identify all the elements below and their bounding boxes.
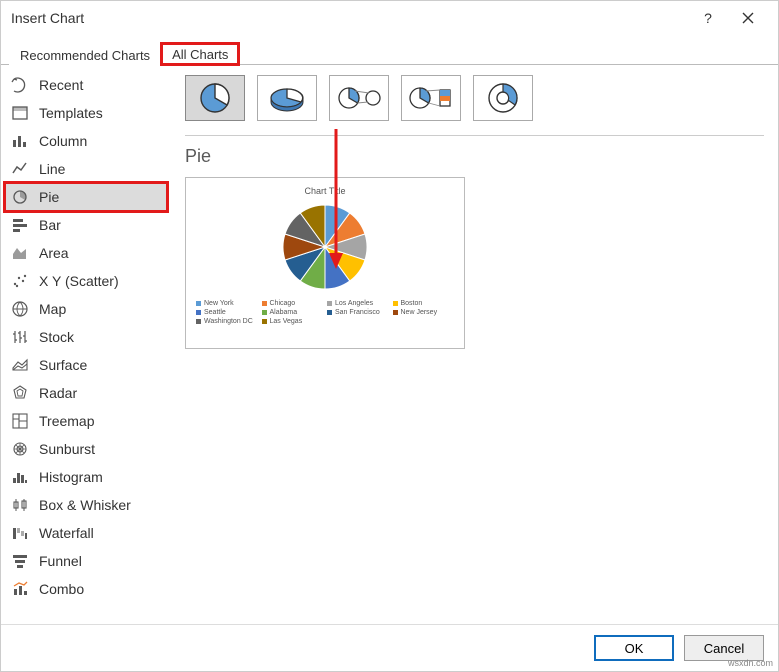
funnel-icon	[11, 552, 29, 570]
dialog-content: Recent Templates Column Line Pie Bar	[1, 65, 778, 624]
sidebar-item-line[interactable]: Line	[5, 155, 167, 183]
histogram-icon	[11, 468, 29, 486]
sunburst-icon	[11, 440, 29, 458]
preview-legend: New York ChicagoLos Angeles Boston Seattle A…	[196, 300, 454, 325]
sidebar-item-label: Line	[39, 161, 65, 177]
legend-item: Chicago	[262, 300, 324, 307]
pie3d-subtype-icon	[266, 84, 308, 112]
dialog-title: Insert Chart	[11, 10, 688, 26]
sidebar-item-label: Funnel	[39, 553, 82, 569]
sidebar-item-surface[interactable]: Surface	[5, 351, 167, 379]
templates-icon	[11, 104, 29, 122]
sidebar-item-label: Pie	[39, 189, 59, 205]
sidebar-item-sunburst[interactable]: Sunburst	[5, 435, 167, 463]
map-icon	[11, 300, 29, 318]
sidebar-item-stock[interactable]: Stock	[5, 323, 167, 351]
bar-icon	[11, 216, 29, 234]
sidebar-item-label: Templates	[39, 105, 103, 121]
sidebar-item-label: Recent	[39, 77, 83, 93]
legend-item: New Jersey	[393, 309, 455, 316]
tab-recommended-charts[interactable]: Recommended Charts	[9, 44, 161, 65]
sidebar-item-histogram[interactable]: Histogram	[5, 463, 167, 491]
sidebar-item-bar[interactable]: Bar	[5, 211, 167, 239]
treemap-icon	[11, 412, 29, 430]
close-button[interactable]	[728, 4, 768, 32]
sidebar-item-label: Box & Whisker	[39, 497, 131, 513]
sidebar-item-label: X Y (Scatter)	[39, 273, 119, 289]
sidebar-item-funnel[interactable]: Funnel	[5, 547, 167, 575]
sidebar-item-column[interactable]: Column	[5, 127, 167, 155]
close-icon	[742, 12, 754, 24]
sidebar-item-treemap[interactable]: Treemap	[5, 407, 167, 435]
sidebar-item-radar[interactable]: Radar	[5, 379, 167, 407]
sidebar-item-recent[interactable]: Recent	[5, 71, 167, 99]
divider	[185, 135, 764, 136]
titlebar: Insert Chart ?	[1, 1, 778, 35]
subtype-3d-pie[interactable]	[257, 75, 317, 121]
sidebar-item-waterfall[interactable]: Waterfall	[5, 519, 167, 547]
sidebar-item-label: Stock	[39, 329, 74, 345]
preview-title: Chart Title	[196, 186, 454, 196]
legend-item: Seattle	[196, 309, 258, 316]
box-whisker-icon	[11, 496, 29, 514]
sidebar-item-label: Treemap	[39, 413, 95, 429]
dialog-footer: OK Cancel	[1, 624, 778, 671]
legend-item: Los Angeles	[327, 300, 389, 307]
doughnut-subtype-icon	[485, 80, 521, 116]
stock-icon	[11, 328, 29, 346]
legend-item: Washington DC	[196, 318, 258, 325]
pie-subtype-icon	[197, 80, 233, 116]
sidebar-item-map[interactable]: Map	[5, 295, 167, 323]
sidebar-item-label: Surface	[39, 357, 87, 373]
subtype-pie-of-pie[interactable]	[329, 75, 389, 121]
sidebar-item-label: Sunburst	[39, 441, 95, 457]
subtype-bar-of-pie[interactable]	[401, 75, 461, 121]
sidebar-item-label: Waterfall	[39, 525, 94, 541]
sidebar-item-label: Area	[39, 245, 69, 261]
sidebar-item-box-whisker[interactable]: Box & Whisker	[5, 491, 167, 519]
waterfall-icon	[11, 524, 29, 542]
sidebar-item-label: Bar	[39, 217, 61, 233]
bar-of-pie-icon	[406, 83, 456, 113]
pie-icon	[11, 188, 29, 206]
recent-icon	[11, 76, 29, 94]
column-icon	[11, 132, 29, 150]
surface-icon	[11, 356, 29, 374]
legend-item: New York	[196, 300, 258, 307]
sidebar-item-label: Radar	[39, 385, 77, 401]
combo-icon	[11, 580, 29, 598]
subtype-doughnut[interactable]	[473, 75, 533, 121]
main-panel: Pie Chart Title New York ChicagoLos Angel…	[171, 65, 778, 624]
chart-type-sidebar: Recent Templates Column Line Pie Bar	[1, 65, 171, 624]
sidebar-item-templates[interactable]: Templates	[5, 99, 167, 127]
radar-icon	[11, 384, 29, 402]
legend-item: Boston	[393, 300, 455, 307]
scatter-icon	[11, 272, 29, 290]
sidebar-item-label: Column	[39, 133, 87, 149]
preview-pie-icon	[278, 200, 372, 294]
sidebar-item-area[interactable]: Area	[5, 239, 167, 267]
subtype-pie[interactable]	[185, 75, 245, 121]
tab-strip: Recommended Charts All Charts	[1, 41, 778, 65]
sidebar-item-label: Combo	[39, 581, 84, 597]
chart-preview[interactable]: Chart Title New York ChicagoLos Angeles Bo…	[185, 177, 465, 349]
chart-type-heading: Pie	[185, 146, 764, 167]
tab-all-charts[interactable]: All Charts	[161, 43, 239, 65]
legend-item: San Francisco	[327, 309, 389, 316]
watermark: wsxdn.com	[728, 658, 773, 668]
insert-chart-dialog: Insert Chart ? Recommended Charts All Ch…	[0, 0, 779, 672]
sidebar-item-scatter[interactable]: X Y (Scatter)	[5, 267, 167, 295]
sidebar-item-label: Map	[39, 301, 66, 317]
line-icon	[11, 160, 29, 178]
sidebar-item-combo[interactable]: Combo	[5, 575, 167, 603]
pie-of-pie-icon	[335, 83, 383, 113]
sidebar-item-label: Histogram	[39, 469, 103, 485]
sidebar-item-pie[interactable]: Pie	[5, 183, 167, 211]
area-icon	[11, 244, 29, 262]
legend-item: Las Vegas	[262, 318, 324, 325]
ok-button[interactable]: OK	[594, 635, 674, 661]
help-button[interactable]: ?	[688, 4, 728, 32]
legend-item: Alabama	[262, 309, 324, 316]
pie-subtype-row	[185, 75, 764, 121]
